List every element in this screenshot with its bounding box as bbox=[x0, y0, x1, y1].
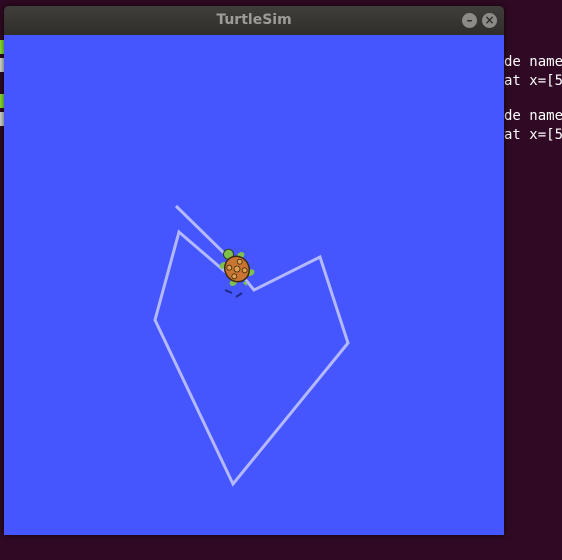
minimize-icon: – bbox=[466, 13, 473, 27]
turtle-canvas[interactable] bbox=[4, 35, 504, 535]
turtle-drawing bbox=[153, 204, 350, 487]
terminal-line: at x=[5 bbox=[504, 73, 562, 89]
pen-trail bbox=[153, 204, 350, 487]
minimize-button[interactable]: – bbox=[462, 13, 477, 28]
terminal-line: de name bbox=[504, 54, 562, 70]
close-icon: × bbox=[484, 13, 495, 27]
turtlesim-window[interactable]: TurtleSim – × bbox=[4, 6, 504, 535]
terminal-line: de name bbox=[504, 108, 562, 124]
window-title: TurtleSim bbox=[216, 12, 292, 28]
turtle-shadow bbox=[224, 289, 243, 298]
close-button[interactable]: × bbox=[482, 13, 497, 28]
window-titlebar[interactable]: TurtleSim – × bbox=[4, 6, 504, 35]
terminal-line: at x=[5 bbox=[504, 127, 562, 143]
